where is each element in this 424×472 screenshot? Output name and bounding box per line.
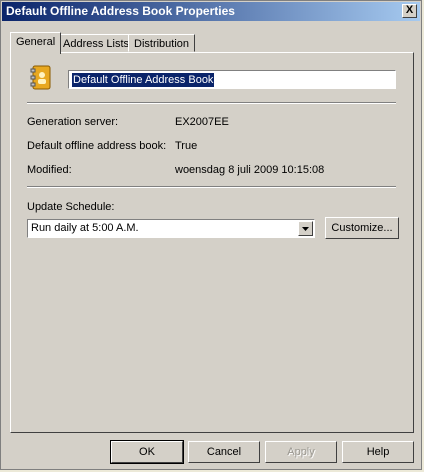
- general-tab-panel: Default Offline Address Book Generation …: [10, 52, 414, 433]
- customize-button[interactable]: Customize...: [325, 217, 399, 239]
- generation-server-value: EX2007EE: [175, 116, 229, 128]
- name-field-value: Default Offline Address Book: [72, 73, 215, 87]
- tab-general[interactable]: General: [10, 32, 62, 54]
- address-book-icon: [30, 65, 52, 91]
- update-schedule-label: Update Schedule:: [27, 201, 115, 213]
- close-icon: X: [405, 4, 414, 16]
- generation-server-label: Generation server:: [27, 116, 119, 128]
- default-oab-label: Default offline address book:: [27, 140, 167, 152]
- apply-button[interactable]: Apply: [265, 441, 337, 463]
- modified-label: Modified:: [27, 164, 72, 176]
- update-schedule-select[interactable]: Run daily at 5:00 A.M.: [27, 219, 315, 238]
- modified-value: woensdag 8 juli 2009 10:15:08: [175, 164, 325, 176]
- separator: [27, 102, 396, 104]
- window-title: Default Offline Address Book Properties: [6, 4, 235, 18]
- cancel-button[interactable]: Cancel: [188, 441, 260, 463]
- ok-button[interactable]: OK: [110, 440, 184, 464]
- tab-address-lists[interactable]: Address Lists: [57, 34, 136, 52]
- close-button[interactable]: X: [402, 4, 417, 18]
- properties-dialog: Default Offline Address Book Properties …: [0, 0, 422, 470]
- dropdown-button[interactable]: [298, 221, 313, 236]
- name-field[interactable]: Default Offline Address Book: [68, 70, 396, 89]
- title-bar[interactable]: Default Offline Address Book Properties …: [2, 2, 420, 21]
- default-oab-value: True: [175, 140, 198, 152]
- separator: [27, 186, 396, 188]
- tab-distribution[interactable]: Distribution: [128, 34, 196, 52]
- help-button[interactable]: Help: [342, 441, 414, 463]
- chevron-down-icon: [302, 227, 309, 231]
- update-schedule-value: Run daily at 5:00 A.M.: [31, 222, 139, 234]
